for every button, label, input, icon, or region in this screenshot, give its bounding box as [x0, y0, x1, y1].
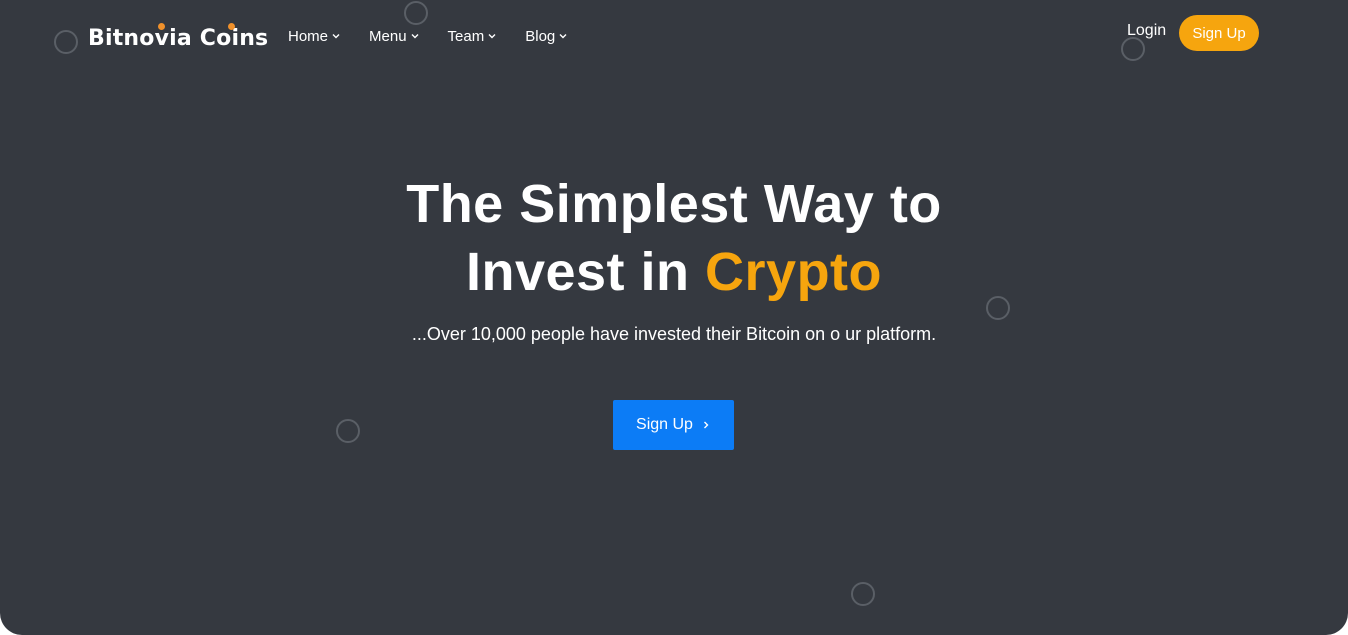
- decorative-circle: [404, 1, 428, 25]
- decorative-circle: [851, 582, 875, 606]
- hero-section: Bitnovia Coins Home Menu Team Blog Login…: [0, 0, 1348, 635]
- headline-accent: Crypto: [705, 242, 883, 302]
- decorative-circle: [54, 30, 78, 54]
- chevron-down-icon: [411, 34, 419, 39]
- chevron-down-icon: [559, 34, 567, 39]
- brand-logo[interactable]: Bitnovia Coins: [88, 22, 268, 54]
- cta-label: Sign Up: [636, 416, 693, 433]
- decorative-circle: [336, 419, 360, 443]
- nav-item-label: Blog: [525, 27, 556, 45]
- chevron-right-icon: [703, 421, 709, 429]
- decorative-circle: [1121, 37, 1145, 61]
- signup-button[interactable]: Sign Up: [1179, 15, 1259, 51]
- headline-line-2-prefix: Invest in: [465, 242, 706, 302]
- nav-item-label: Menu: [369, 27, 407, 45]
- logo-dot-icon: [228, 23, 235, 30]
- nav-item-home[interactable]: Home: [288, 26, 341, 46]
- nav-item-label: Team: [447, 27, 485, 45]
- nav-item-blog[interactable]: Blog: [525, 26, 568, 46]
- hero-subline: ...Over 10,000 people have invested thei…: [411, 324, 937, 344]
- headline-line-1: The Simplest Way to: [406, 174, 942, 234]
- nav-item-label: Home: [288, 27, 329, 45]
- hero-signup-button[interactable]: Sign Up: [613, 400, 734, 450]
- login-link[interactable]: Login: [1127, 22, 1166, 40]
- chevron-down-icon: [332, 34, 340, 39]
- logo-dot-icon: [158, 23, 165, 30]
- brand-name: Bitnovia Coins: [88, 25, 269, 51]
- main-nav: Home Menu Team Blog: [288, 26, 596, 46]
- nav-item-team[interactable]: Team: [448, 26, 498, 46]
- hero-headline: The Simplest Way to Invest in Crypto: [0, 170, 1348, 306]
- nav-item-menu[interactable]: Menu: [369, 26, 420, 46]
- chevron-down-icon: [488, 34, 496, 39]
